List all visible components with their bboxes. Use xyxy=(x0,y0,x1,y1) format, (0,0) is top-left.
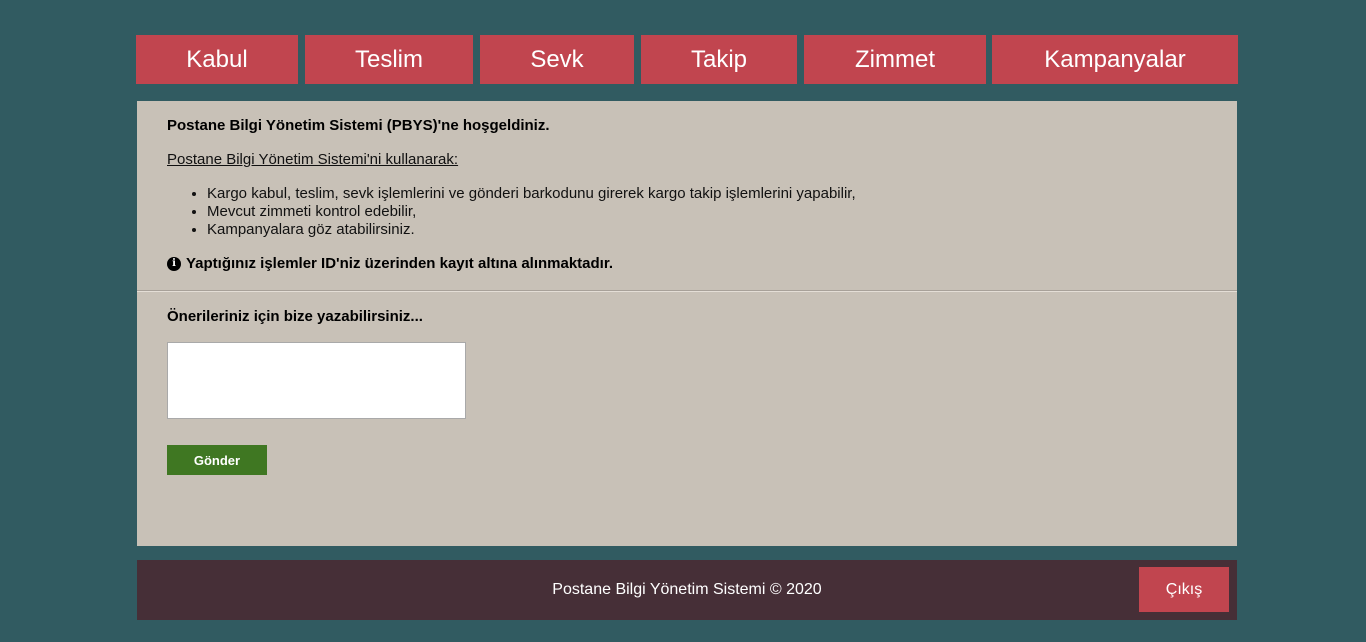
submit-button[interactable]: Gönder xyxy=(167,445,267,475)
info-icon: i xyxy=(167,256,181,271)
suggestion-textarea[interactable] xyxy=(167,342,466,419)
suggestion-title: Önerileriniz için bize yazabilirsiniz... xyxy=(167,308,423,325)
nav-zimmet[interactable]: Zimmet xyxy=(804,35,986,84)
id-notice: i Yaptığınız işlemler ID'niz üzerinden k… xyxy=(167,255,613,272)
nav-sevk[interactable]: Sevk xyxy=(480,35,634,84)
welcome-title: Postane Bilgi Yönetim Sistemi (PBYS)'ne … xyxy=(167,117,550,134)
divider xyxy=(137,290,1237,292)
notice-text: Yaptığınız işlemler ID'niz üzerinden kay… xyxy=(186,255,614,272)
feature-list: Kargo kabul, teslim, sevk işlemlerini ve… xyxy=(189,185,856,239)
footer: Postane Bilgi Yönetim Sistemi © 2020 Çık… xyxy=(137,560,1237,620)
list-item: Kargo kabul, teslim, sevk işlemlerini ve… xyxy=(207,185,856,203)
nav-teslim[interactable]: Teslim xyxy=(305,35,473,84)
content-panel: Postane Bilgi Yönetim Sistemi (PBYS)'ne … xyxy=(137,101,1237,546)
copyright-text: Postane Bilgi Yönetim Sistemi © 2020 xyxy=(552,581,822,598)
list-item: Mevcut zimmeti kontrol edebilir, xyxy=(207,203,856,221)
nav-kampanyalar[interactable]: Kampanyalar xyxy=(992,35,1238,84)
features-intro: Postane Bilgi Yönetim Sistemi'ni kullana… xyxy=(167,151,459,168)
nav-kabul[interactable]: Kabul xyxy=(136,35,298,84)
nav-takip[interactable]: Takip xyxy=(641,35,797,84)
list-item: Kampanyalara göz atabilirsiniz. xyxy=(207,221,856,239)
logout-button[interactable]: Çıkış xyxy=(1139,567,1229,612)
